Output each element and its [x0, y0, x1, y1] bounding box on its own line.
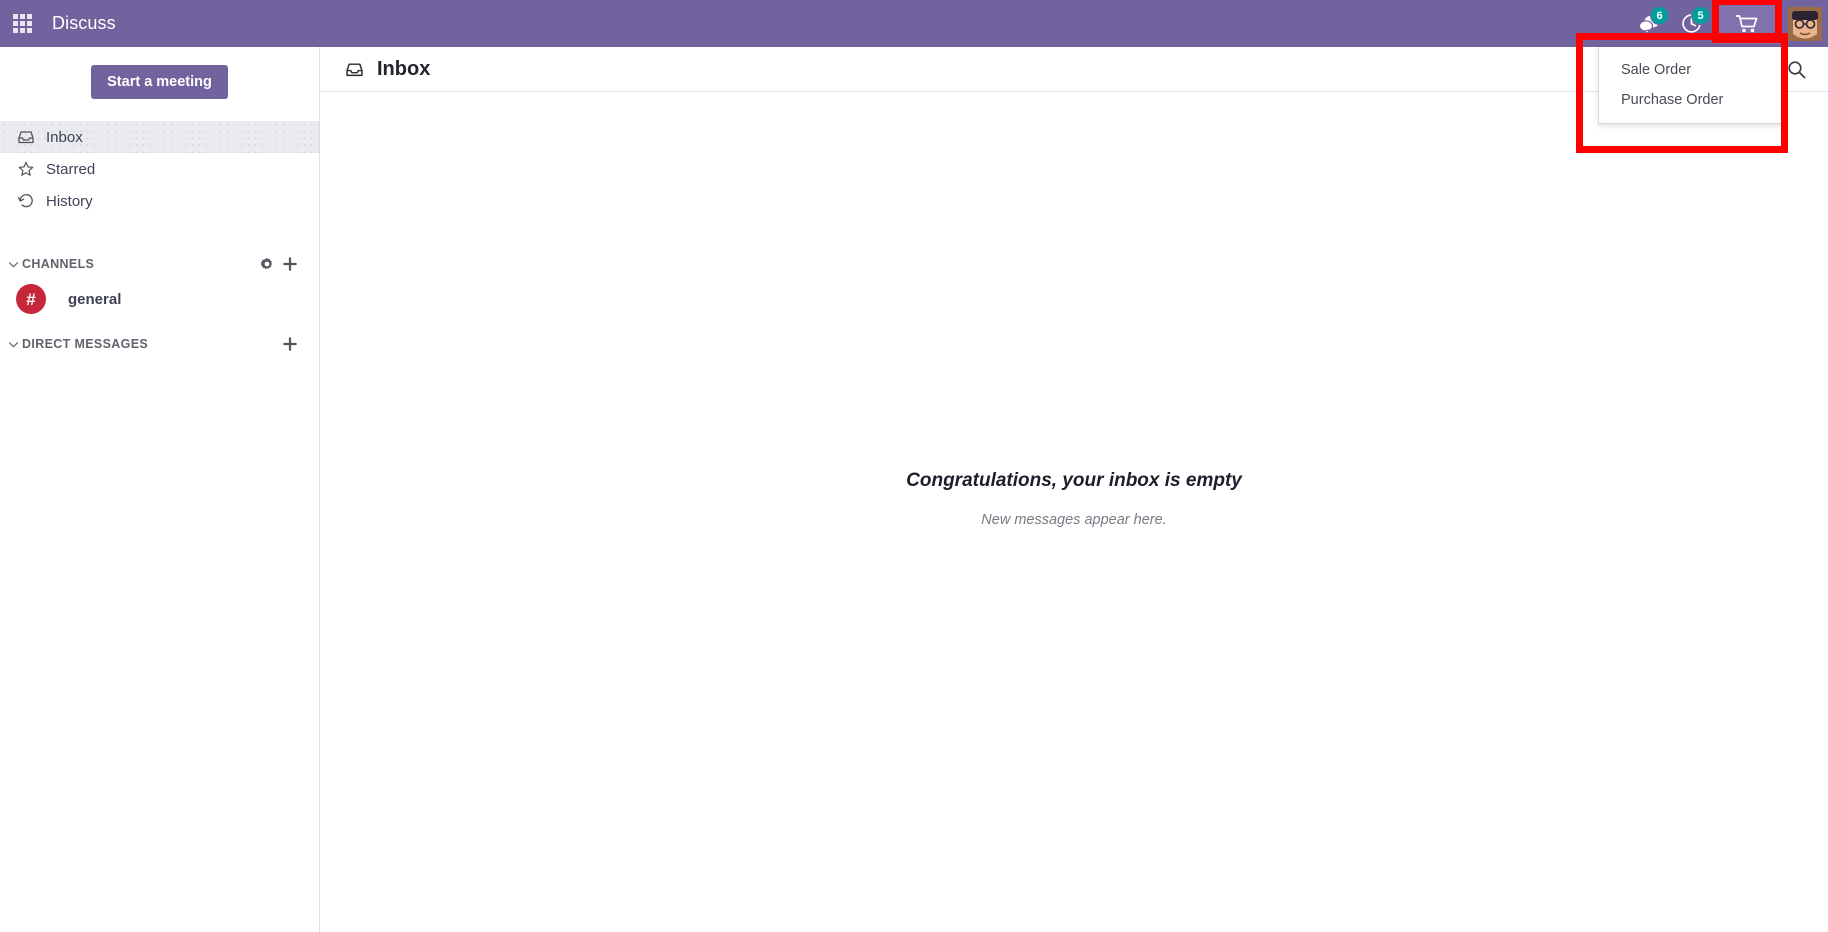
main-content: Inbox Congratulations, your inbox is emp…	[320, 47, 1828, 932]
chevron-down-icon	[4, 339, 22, 350]
direct-messages-section-actions	[283, 337, 297, 351]
mailbox-list: Inbox Starred History	[0, 121, 319, 217]
channels-section-header[interactable]: CHANNELS	[0, 249, 319, 279]
navbar-right-group: 6 5	[1629, 0, 1828, 47]
channel-name-label: general	[68, 290, 122, 308]
channels-section-title: CHANNELS	[22, 257, 95, 271]
shopping-cart-button[interactable]	[1714, 3, 1780, 44]
messages-badge: 6	[1650, 6, 1669, 25]
apps-grid-icon	[12, 14, 32, 33]
inbox-icon	[346, 61, 363, 78]
sidebar: Start a meeting Inbox Starred History CH…	[0, 47, 320, 932]
empty-state-subtitle: New messages appear here.	[981, 512, 1167, 528]
page-body: Start a meeting Inbox Starred History CH…	[0, 47, 1828, 932]
dropdown-item-sale-order[interactable]: Sale Order	[1599, 55, 1783, 85]
messages-button[interactable]: 6	[1629, 0, 1671, 47]
plus-icon[interactable]	[283, 257, 297, 271]
direct-messages-section-header[interactable]: DIRECT MESSAGES	[0, 329, 319, 359]
start-meeting-button[interactable]: Start a meeting	[91, 65, 228, 99]
apps-menu-button[interactable]	[0, 0, 44, 47]
dropdown-item-purchase-order[interactable]: Purchase Order	[1599, 85, 1783, 115]
sidebar-item-inbox[interactable]: Inbox	[0, 121, 319, 153]
channels-section-actions	[260, 257, 297, 271]
empty-state: Congratulations, your inbox is empty New…	[320, 92, 1828, 932]
user-menu-button[interactable]	[1782, 0, 1828, 47]
plus-icon[interactable]	[283, 337, 297, 351]
channel-avatar: #	[16, 284, 46, 314]
page-title: Inbox	[377, 57, 431, 80]
channel-item-general[interactable]: # general	[0, 279, 319, 319]
activities-badge: 5	[1691, 6, 1710, 25]
search-icon[interactable]	[1787, 60, 1806, 79]
app-brand-title[interactable]: Discuss	[44, 13, 116, 34]
chevron-down-icon	[4, 259, 22, 270]
sidebar-item-starred-label: Starred	[46, 160, 96, 178]
empty-state-title: Congratulations, your inbox is empty	[906, 470, 1242, 491]
history-icon	[18, 193, 42, 209]
direct-messages-section-title: DIRECT MESSAGES	[22, 337, 149, 351]
star-icon	[18, 161, 42, 177]
sidebar-item-history-label: History	[46, 192, 93, 210]
avatar	[1788, 6, 1822, 41]
sidebar-item-starred[interactable]: Starred	[0, 153, 319, 185]
gear-icon[interactable]	[260, 257, 274, 271]
sidebar-item-history[interactable]: History	[0, 185, 319, 217]
shopping-cart-icon	[1736, 14, 1758, 32]
activities-button[interactable]: 5	[1671, 0, 1712, 47]
top-navbar: Discuss 6 5	[0, 0, 1828, 47]
inbox-icon	[18, 129, 42, 145]
sidebar-item-inbox-label: Inbox	[46, 128, 83, 146]
start-meeting-wrap: Start a meeting	[0, 47, 319, 119]
cart-dropdown-menu: Sale Order Purchase Order	[1598, 47, 1784, 124]
